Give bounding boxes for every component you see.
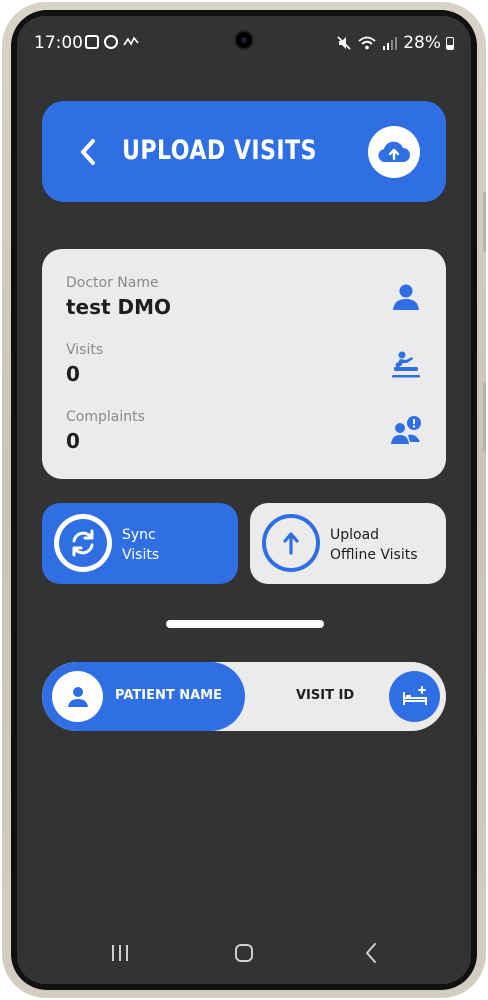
tab-visit-id-label: VISIT ID [296, 688, 355, 703]
status-bar: 17:00 28% [17, 16, 471, 64]
home-button[interactable] [229, 938, 259, 968]
tab-patient-name[interactable]: PATIENT NAME [42, 662, 245, 731]
status-time: 17:00 [34, 33, 83, 53]
power-button [483, 382, 486, 452]
upload-label-line1: Upload [330, 527, 380, 543]
cloud-upload-icon [378, 141, 410, 163]
complaints-field: Complaints 0 [66, 409, 145, 453]
gallery-notification-icon [85, 35, 99, 49]
volume-button [483, 192, 486, 252]
complaints-label: Complaints [66, 409, 145, 425]
upload-offline-visits-button[interactable]: Upload Offline Visits [250, 503, 446, 584]
sync-icon [72, 529, 94, 557]
recent-apps-button[interactable] [105, 938, 135, 968]
doctor-name-value: test DMO [66, 295, 172, 319]
sync-visits-button[interactable]: Sync Visits [42, 503, 238, 584]
recent-apps-icon [112, 945, 128, 961]
visits-label: Visits [66, 342, 104, 358]
activity-notification-icon [123, 36, 139, 46]
bed-add-icon [402, 685, 427, 705]
page-title: UPLOAD VISITS [122, 135, 317, 166]
back-nav-button[interactable] [357, 938, 387, 968]
people-alert-icon [391, 416, 421, 444]
sync-label-line2: Visits [122, 547, 160, 563]
notification-icons [85, 35, 139, 49]
patient-avatar [52, 671, 103, 722]
person-icon [67, 686, 88, 707]
app-notification-icon [104, 35, 118, 49]
signal-icon [383, 37, 398, 50]
search-tab-bar: PATIENT NAME VISIT ID [42, 662, 446, 731]
upload-label-line2: Offline Visits [330, 547, 418, 563]
screen: 17:00 28% UPLOAD VISITS Doctor Name test… [17, 16, 471, 984]
doctor-name-label: Doctor Name [66, 275, 159, 291]
upload-offline-label: Upload Offline Visits [330, 525, 418, 565]
front-camera [234, 30, 254, 50]
upload-ring-inner [266, 518, 316, 568]
home-icon [235, 944, 253, 962]
bed-button[interactable] [389, 671, 440, 722]
wifi-icon [358, 36, 376, 50]
doctor-name-field: Doctor Name test DMO [66, 275, 171, 319]
arrow-up-icon [283, 532, 299, 555]
sync-label-line1: Sync [122, 527, 156, 543]
mute-icon [337, 36, 351, 50]
complaints-value: 0 [66, 429, 80, 453]
visits-value: 0 [66, 362, 80, 386]
sync-ring-inner [59, 519, 107, 567]
cloud-upload-button[interactable] [368, 126, 420, 178]
sync-ring [54, 514, 112, 572]
section-divider [166, 620, 324, 628]
upload-ring [262, 514, 320, 572]
back-button[interactable] [76, 135, 100, 169]
chevron-left-icon [81, 139, 95, 165]
doctor-info-card: Doctor Name test DMO Visits 0 Complaints [42, 249, 446, 479]
battery-percent: 28% [403, 33, 441, 53]
treatment-icon [392, 351, 420, 378]
tab-visit-id[interactable]: VISIT ID [272, 662, 382, 731]
visits-field: Visits 0 [66, 342, 103, 386]
device-frame: 17:00 28% UPLOAD VISITS Doctor Name test… [2, 2, 486, 998]
tab-patient-name-label: PATIENT NAME [115, 688, 223, 703]
system-nav-bar [17, 926, 471, 976]
person-icon [393, 284, 419, 310]
header-bar: UPLOAD VISITS [42, 101, 446, 202]
battery-icon [446, 36, 454, 50]
status-right: 28% [336, 33, 454, 53]
back-arrow-icon [366, 943, 376, 963]
sync-visits-label: Sync Visits [122, 525, 159, 565]
